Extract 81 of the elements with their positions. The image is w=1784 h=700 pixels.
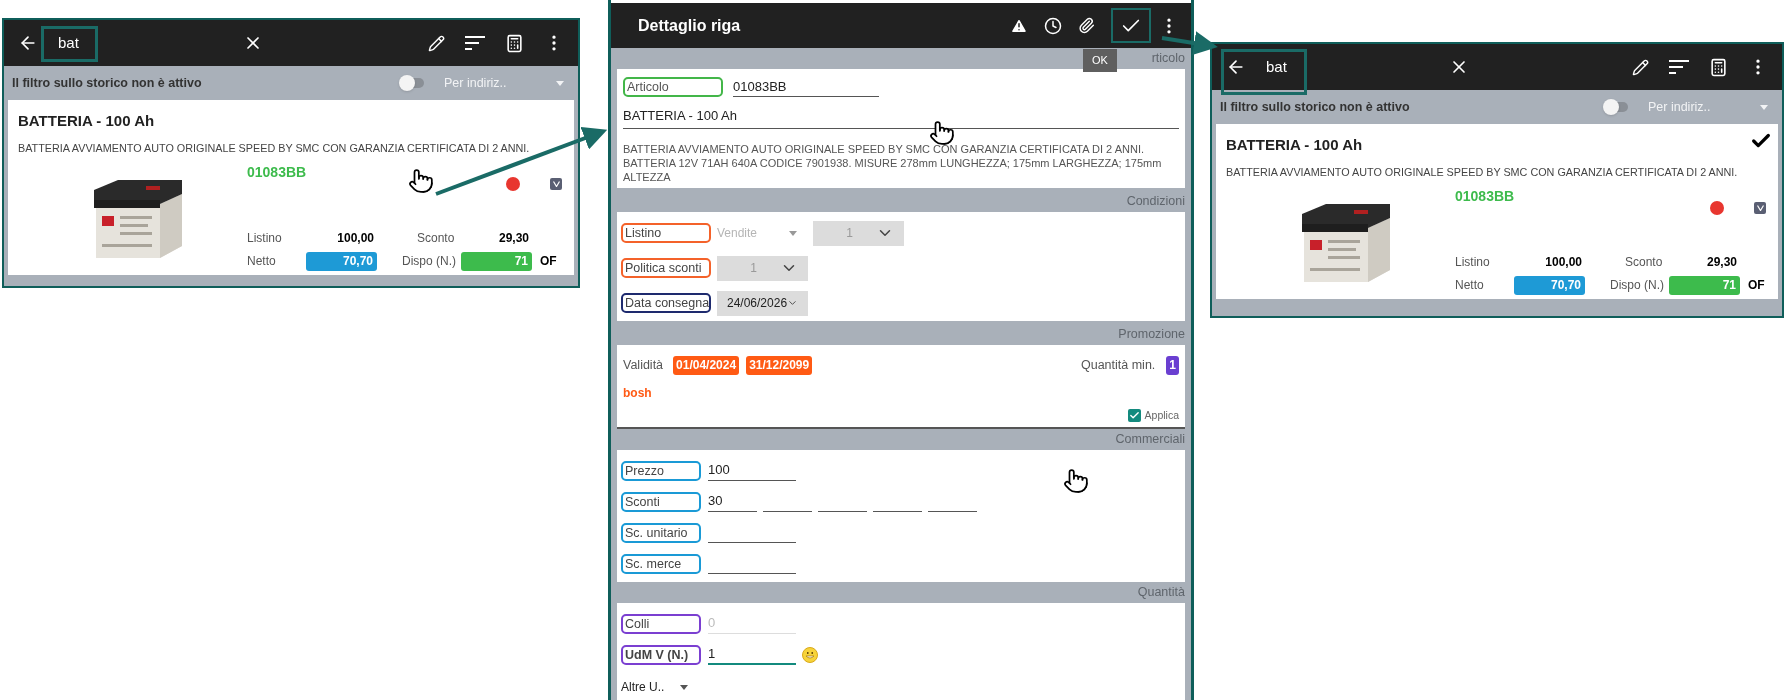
combo-box[interactable]: 24/06/2026 bbox=[717, 290, 808, 316]
attachment-icon[interactable] bbox=[1078, 17, 1095, 34]
listino-label: Listino bbox=[1455, 253, 1491, 271]
min-quantity-badge: 1 bbox=[1166, 355, 1179, 375]
search-field[interactable]: bat bbox=[58, 31, 79, 55]
listino-value: 100,00 bbox=[336, 229, 375, 247]
highlight-frame bbox=[41, 26, 98, 62]
field-label: Colli bbox=[621, 614, 701, 635]
promotion-name: bosh bbox=[623, 384, 653, 402]
netto-label: Netto bbox=[1455, 277, 1485, 295]
calculator-icon[interactable] bbox=[1709, 57, 1728, 77]
input-field[interactable]: 100 bbox=[708, 461, 796, 482]
input-field[interactable]: 1 bbox=[708, 645, 796, 666]
listino-label: Listino bbox=[247, 229, 283, 247]
product-card[interactable]: BATTERIA - 100 Ah BATTERIA AVVIAMENTO AUTO ORIGINALE SPEED BY SMC CON GARANZIA CERTIFICATA DI 2 ANNI. 01083BB Listino 100,00 Sconto 29,30 Netto 70,70 Dispo (N.) 71 OF bbox=[1216, 124, 1778, 299]
netto-value: 70,70 bbox=[306, 251, 377, 271]
field-label: Listino bbox=[621, 223, 711, 243]
product-title: BATTERIA - 100 Ah bbox=[1226, 135, 1363, 155]
promo-badge-icon bbox=[1710, 200, 1724, 215]
product-description: BATTERIA AVVIAMENTO AUTO ORIGINALE SPEED BY SMC CON GARANZIA CERTIFICATA DI 2 ANNI. bbox=[1226, 164, 1738, 180]
dispo-label: Dispo (N.) bbox=[1610, 277, 1665, 295]
field-label: Sc. merce bbox=[621, 554, 701, 575]
apply-checkbox[interactable] bbox=[1127, 408, 1141, 422]
promo-badge-icon bbox=[506, 176, 520, 191]
caret-icon bbox=[680, 684, 689, 690]
filter-toggle[interactable] bbox=[1606, 102, 1628, 112]
screen-title: Dettaglio riga bbox=[638, 15, 741, 36]
field-label: Articolo bbox=[623, 77, 723, 97]
product-description: BATTERIA AVVIAMENTO AUTO ORIGINALE SPEED BY SMC CON GARANZIA CERTIFICATA DI 2 ANNI. bbox=[18, 140, 530, 156]
product-code: 01083BB bbox=[247, 162, 307, 182]
field-label: Sconti bbox=[621, 492, 701, 513]
hand-cursor-icon bbox=[929, 120, 955, 146]
dispo-label: Dispo (N.) bbox=[402, 253, 457, 271]
article-description: BATTERIA AVVIAMENTO AUTO ORIGINALE SPEED BY SMC CON GARANZIA CERTIFICATA DI 2 ANNI. BATTERIA 12V 71AH 640A CODICE 7901938. MISURE 278mm LUNGHEZZA; 175mm LARGHEZZA; 175mm ALTEZZA bbox=[623, 141, 1163, 184]
variant-badge-icon bbox=[1754, 201, 1766, 214]
field-label: UdM V (N.) bbox=[621, 645, 701, 666]
sconto-label: Sconto bbox=[1624, 253, 1664, 271]
caret-icon bbox=[556, 80, 564, 86]
sort-icon[interactable] bbox=[465, 36, 485, 50]
other-units-dropdown[interactable]: Altre U.. bbox=[621, 678, 1181, 697]
dispo-note: OF bbox=[1747, 277, 1766, 295]
input-field[interactable]: 30 bbox=[708, 492, 757, 513]
dispo-value: 71 bbox=[461, 251, 532, 271]
product-code: 01083BB bbox=[1455, 186, 1515, 206]
sconto-label: Sconto bbox=[416, 229, 456, 247]
dispo-note: OF bbox=[539, 253, 558, 271]
dispo-value: 71 bbox=[1669, 275, 1740, 295]
netto-value: 70,70 bbox=[1514, 275, 1585, 295]
field-label: Data consegna bbox=[621, 293, 711, 313]
product-title: BATTERIA - 100 Ah bbox=[18, 111, 155, 131]
calculator-icon[interactable] bbox=[505, 33, 524, 53]
caret-icon bbox=[1760, 104, 1768, 110]
history-icon[interactable] bbox=[1044, 16, 1062, 35]
sconto-value: 29,30 bbox=[497, 229, 530, 247]
field-label: Prezzo bbox=[621, 461, 701, 482]
listino-value: 100,00 bbox=[1544, 253, 1583, 271]
search-field[interactable]: bat bbox=[1266, 55, 1287, 79]
sort-icon[interactable] bbox=[1669, 60, 1689, 74]
netto-label: Netto bbox=[247, 253, 277, 271]
tooltip: OK bbox=[1083, 49, 1117, 72]
arrow bbox=[1161, 31, 1218, 55]
date-badge: 31/12/2099 bbox=[746, 355, 813, 375]
hand-cursor-icon bbox=[408, 168, 434, 194]
article-name-field[interactable]: BATTERIA - 100 Ah bbox=[623, 106, 1179, 129]
filter-status: Il filtro sullo storico non è attivo bbox=[1220, 98, 1410, 116]
filter-status: Il filtro sullo storico non è attivo bbox=[12, 74, 202, 92]
apply-label: Applica bbox=[1144, 407, 1179, 423]
product-card[interactable]: BATTERIA - 100 Ah BATTERIA AVVIAMENTO AUTO ORIGINALE SPEED BY SMC CON GARANZIA CERTIFICATA DI 2 ANNI. 01083BB Listino 100,00 Sconto 29,30 Netto 70,70 Dispo (N.) 71 OF bbox=[8, 100, 574, 275]
field-label: Sc. unitario bbox=[621, 523, 701, 544]
field-label: Politica sconti bbox=[621, 258, 711, 278]
date-badge: 01/04/2024 bbox=[673, 355, 740, 375]
validity-label: Validità bbox=[623, 356, 664, 374]
filter-toggle[interactable] bbox=[402, 78, 424, 88]
variant-badge-icon bbox=[550, 177, 562, 190]
confirm-button[interactable] bbox=[1111, 8, 1151, 43]
article-code-field[interactable]: 01083BB bbox=[733, 77, 879, 97]
min-quantity-label: Quantità min. bbox=[1080, 356, 1156, 374]
hand-cursor-icon bbox=[1063, 468, 1089, 494]
caret-icon bbox=[789, 230, 797, 236]
sconto-value: 29,30 bbox=[1705, 253, 1738, 271]
smiley-icon bbox=[802, 647, 818, 664]
